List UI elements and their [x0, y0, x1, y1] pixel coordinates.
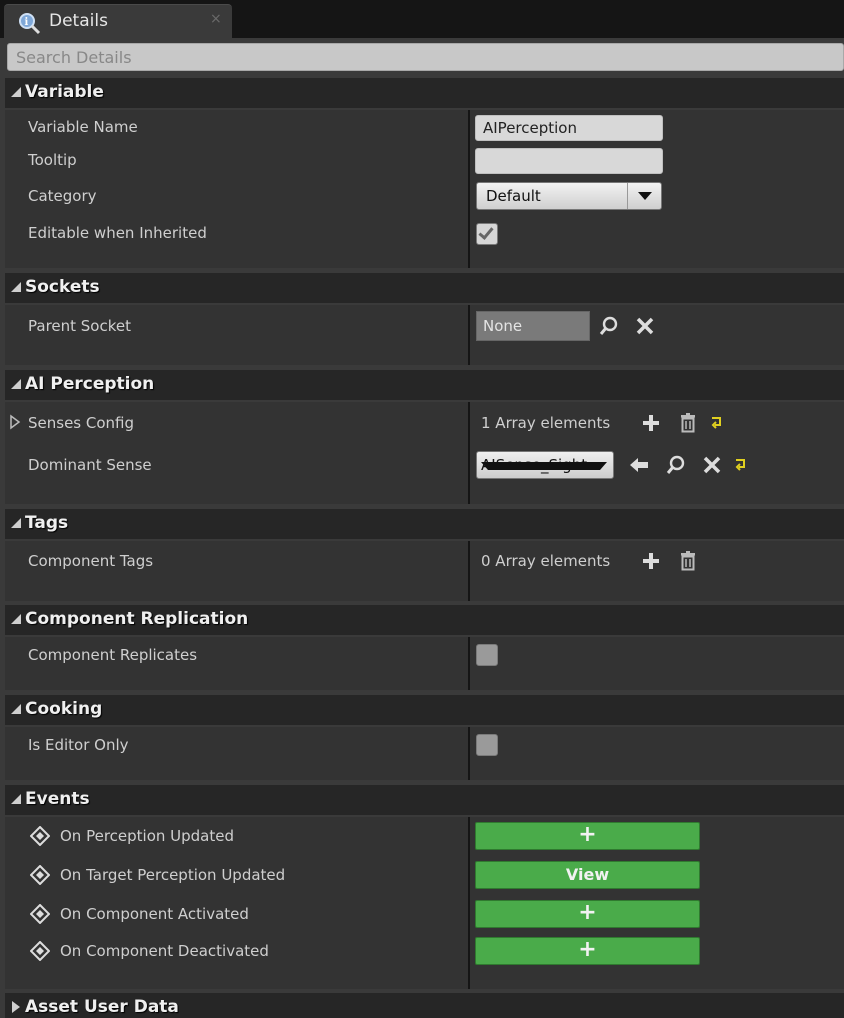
collapse-triangle-icon[interactable] — [11, 87, 21, 97]
column-divider[interactable] — [468, 541, 470, 601]
collapse-triangle-icon[interactable] — [11, 379, 21, 389]
parent-socket-value: None — [483, 317, 523, 335]
reset-to-default-icon[interactable] — [709, 414, 725, 430]
section-header-cooking[interactable]: Cooking — [5, 695, 844, 725]
section-header-asset-user-data[interactable]: Asset User Data — [5, 993, 844, 1018]
section-title: Events — [25, 789, 90, 809]
tooltip-label: Tooltip — [28, 151, 77, 169]
collapse-triangle-icon[interactable] — [11, 794, 21, 804]
section-header-events[interactable]: Events — [5, 785, 844, 815]
add-element-icon[interactable] — [640, 412, 662, 434]
search-icon[interactable] — [598, 315, 620, 337]
section-header-sockets[interactable]: Sockets — [5, 273, 844, 303]
tab-label: Details — [49, 11, 108, 31]
collapse-triangle-icon[interactable] — [11, 704, 21, 714]
section-title: Variable — [25, 82, 104, 102]
component-tags-count: 0 Array elements — [481, 552, 611, 570]
chevron-down-icon[interactable] — [627, 183, 661, 209]
collapse-triangle-icon[interactable] — [11, 518, 21, 528]
expand-triangle-icon[interactable] — [12, 1001, 20, 1013]
component-replicates-label: Component Replicates — [28, 646, 198, 664]
reset-to-default-icon[interactable] — [733, 456, 749, 472]
section-header-variable[interactable]: Variable — [5, 78, 844, 108]
add-element-icon[interactable] — [640, 550, 662, 572]
section-title: Cooking — [25, 699, 103, 719]
checkmark-icon — [478, 224, 494, 240]
column-divider[interactable] — [468, 110, 470, 268]
variable-name-input[interactable] — [475, 115, 663, 141]
dominant-sense-label: Dominant Sense — [28, 456, 152, 474]
column-divider[interactable] — [468, 637, 470, 690]
editable-inherited-label: Editable when Inherited — [28, 224, 207, 242]
category-value: Default — [486, 187, 541, 205]
plus-icon: + — [578, 822, 597, 847]
clear-x-icon[interactable] — [701, 454, 723, 476]
component-tags-label: Component Tags — [28, 552, 154, 570]
senses-config-count: 1 Array elements — [481, 414, 611, 432]
dominant-sense-dropdown[interactable]: AISense_Sight — [476, 451, 614, 479]
category-dropdown[interactable]: Default — [476, 182, 662, 210]
section-header-component-replication[interactable]: Component Replication — [5, 605, 844, 635]
event-label: On Target Perception Updated — [60, 866, 286, 884]
view-event-button[interactable]: View — [475, 861, 700, 889]
event-label: On Component Deactivated — [60, 942, 269, 960]
column-divider[interactable] — [468, 402, 470, 504]
section-body-cooking — [5, 727, 844, 780]
chevron-down-icon — [481, 462, 607, 470]
parent-socket-field[interactable]: None — [476, 311, 590, 341]
event-diamond-icon — [29, 903, 51, 925]
details-magnifier-icon: i — [17, 11, 41, 35]
column-divider[interactable] — [468, 727, 470, 780]
event-diamond-icon — [29, 940, 51, 962]
is-editor-only-checkbox[interactable] — [476, 734, 498, 756]
section-header-tags[interactable]: Tags — [5, 509, 844, 539]
column-divider[interactable] — [468, 305, 470, 365]
event-label: On Component Activated — [60, 905, 249, 923]
event-diamond-icon — [29, 864, 51, 886]
section-title: Component Replication — [25, 609, 249, 629]
add-event-button[interactable]: + — [475, 937, 700, 965]
is-editor-only-label: Is Editor Only — [28, 736, 129, 754]
editable-inherited-checkbox[interactable] — [476, 223, 498, 245]
section-title: AI Perception — [25, 374, 155, 394]
tab-details[interactable]: i Details × — [4, 4, 232, 38]
trash-icon[interactable] — [677, 412, 699, 434]
category-label: Category — [28, 187, 97, 205]
parent-socket-label: Parent Socket — [28, 317, 131, 335]
senses-config-label: Senses Config — [28, 414, 135, 432]
component-replicates-checkbox[interactable] — [476, 644, 498, 666]
event-diamond-icon — [29, 825, 51, 847]
section-title: Tags — [25, 513, 69, 533]
collapse-triangle-icon[interactable] — [11, 282, 21, 292]
column-divider[interactable] — [468, 817, 470, 989]
search-input[interactable] — [8, 44, 843, 70]
section-title: Sockets — [25, 277, 100, 297]
section-title: Asset User Data — [25, 997, 179, 1017]
section-header-ai-perception[interactable]: AI Perception — [5, 370, 844, 400]
tooltip-input[interactable] — [475, 148, 663, 174]
clear-x-icon[interactable] — [634, 315, 656, 337]
plus-icon: + — [578, 900, 597, 925]
collapse-triangle-icon[interactable] — [11, 614, 21, 624]
add-event-button[interactable]: + — [475, 822, 700, 850]
use-selected-arrow-icon[interactable] — [628, 454, 650, 476]
expand-triangle-icon[interactable] — [9, 414, 21, 430]
tab-bar: i Details × — [0, 0, 844, 38]
section-body-tags — [5, 541, 844, 601]
add-event-button[interactable]: + — [475, 900, 700, 928]
svg-text:i: i — [25, 17, 29, 28]
event-label: On Perception Updated — [60, 827, 235, 845]
variable-name-label: Variable Name — [28, 118, 138, 136]
browse-search-icon[interactable] — [665, 454, 687, 476]
search-box[interactable] — [7, 43, 844, 71]
plus-icon: + — [578, 937, 597, 962]
section-body-sockets — [5, 305, 844, 365]
trash-icon[interactable] — [677, 550, 699, 572]
tab-close-icon[interactable]: × — [210, 11, 222, 27]
